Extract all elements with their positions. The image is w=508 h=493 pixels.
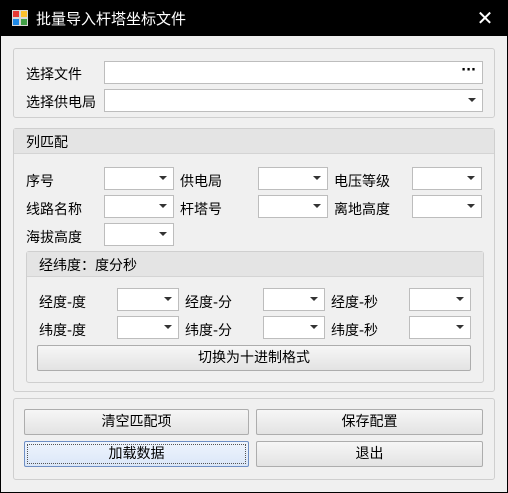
chevron-down-icon [164,325,172,329]
chevron-down-icon [467,204,475,208]
chevron-down-icon [159,204,167,208]
switch-decimal-button[interactable]: 切换为十进制格式 [37,345,471,371]
dms-header: 经纬度：度分秒 [27,252,483,277]
chevron-down-icon [310,297,318,301]
file-label: 选择文件 [26,67,82,83]
lat-sec-combo[interactable] [409,316,471,339]
action-panel: 清空匹配项 保存配置 加载数据 退出 [13,398,495,480]
window-title: 批量导入杆塔坐标文件 [36,10,187,28]
bureau-select-label: 选择供电局 [26,95,96,111]
lon-deg-label: 经度-度 [39,295,87,311]
chevron-down-icon [456,297,464,301]
tower-no-combo[interactable] [258,195,328,218]
chevron-down-icon [456,325,464,329]
chevron-down-icon [313,176,321,180]
clear-match-button[interactable]: 清空匹配项 [24,409,249,435]
dms-panel: 经纬度：度分秒 经度-度 经度-分 经度-秒 纬度-度 纬度-分 纬度-秒 切换… [26,251,484,383]
chevron-down-icon [310,325,318,329]
column-match-title: 列匹配 [26,135,68,151]
tower-no-label: 杆塔号 [180,202,222,218]
load-data-label: 加载数据 [108,446,165,462]
ground-height-label: 离地高度 [334,202,390,218]
chevron-down-icon [159,176,167,180]
line-name-combo[interactable] [104,195,174,218]
voltage-combo[interactable] [412,167,482,190]
bureau-combo[interactable] [258,167,328,190]
chevron-down-icon [467,176,475,180]
bureau-select[interactable] [104,89,483,112]
file-path-input[interactable]: ··· [104,61,483,84]
title-bar: 批量导入杆塔坐标文件 ✕ [0,0,508,36]
seq-combo[interactable] [104,167,174,190]
voltage-label: 电压等级 [334,174,390,190]
exit-button[interactable]: 退出 [256,441,483,467]
ground-height-combo[interactable] [412,195,482,218]
altitude-combo[interactable] [104,223,174,246]
dialog-body: 选择文件 ··· 选择供电局 列匹配 序号 供电局 电压等级 线路名称 杆塔号 … [1,36,507,492]
lon-deg-combo[interactable] [117,288,179,311]
import-dialog: 批量导入杆塔坐标文件 ✕ 选择文件 ··· 选择供电局 列匹配 序号 供电局 电… [0,0,508,493]
lon-min-label: 经度-分 [185,295,233,311]
lon-sec-label: 经度-秒 [331,295,379,311]
lat-deg-label: 纬度-度 [39,323,87,339]
column-match-header: 列匹配 [14,129,494,154]
chevron-down-icon [468,98,476,102]
file-panel: 选择文件 ··· 选择供电局 [13,48,495,118]
column-match-panel: 列匹配 序号 供电局 电压等级 线路名称 杆塔号 离地高度 海拔高度 经纬度：度… [13,128,495,392]
lat-min-label: 纬度-分 [185,323,233,339]
lat-min-combo[interactable] [263,316,325,339]
dms-title: 经纬度：度分秒 [39,258,137,274]
altitude-label: 海拔高度 [26,230,82,246]
lon-min-combo[interactable] [263,288,325,311]
app-icon [12,10,28,26]
lon-sec-combo[interactable] [409,288,471,311]
chevron-down-icon [159,232,167,236]
browse-icon[interactable]: ··· [461,63,476,78]
line-name-label: 线路名称 [26,202,82,218]
chevron-down-icon [313,204,321,208]
bureau-label: 供电局 [180,174,222,190]
load-data-button[interactable]: 加载数据 [24,441,249,467]
close-icon[interactable]: ✕ [462,0,508,36]
lat-deg-combo[interactable] [117,316,179,339]
seq-label: 序号 [26,174,54,190]
chevron-down-icon [164,297,172,301]
save-config-button[interactable]: 保存配置 [256,409,483,435]
lat-sec-label: 纬度-秒 [331,323,379,339]
